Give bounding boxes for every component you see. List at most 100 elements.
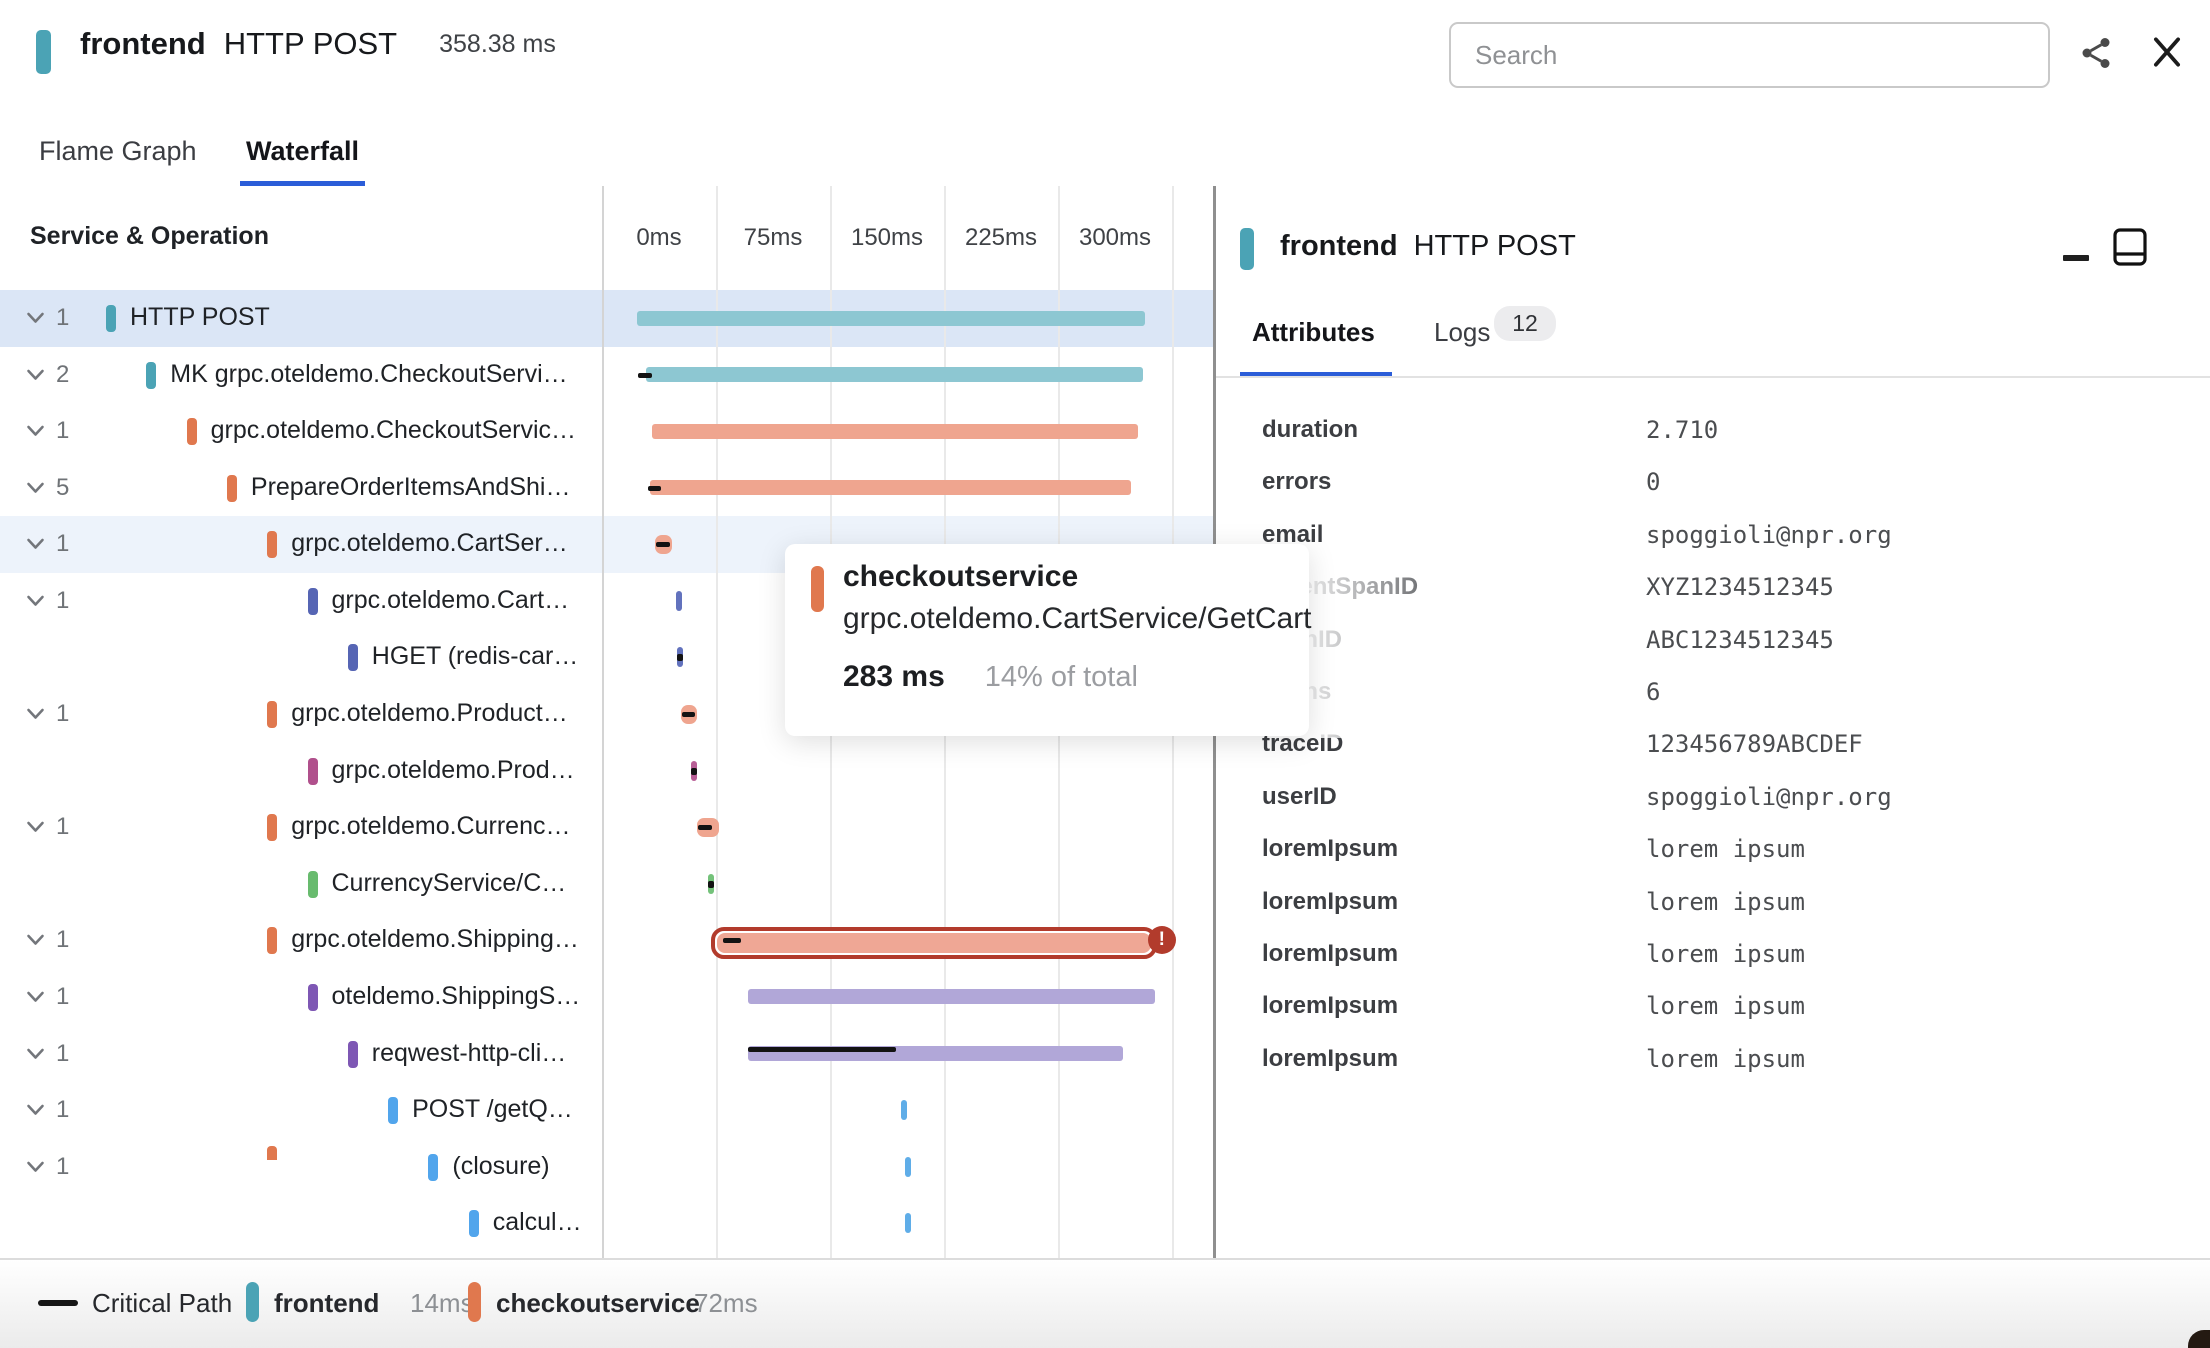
span-name: grpc.oteldemo.Product…: [291, 699, 568, 728]
span-row[interactable]: 1grpc.oteldemo.CheckoutServic…: [0, 403, 1214, 460]
service-color-pill: [469, 1210, 479, 1237]
span-row[interactable]: 1HTTP POST: [0, 290, 1214, 347]
span-row[interactable]: 1oteldemo.ShippingS…: [0, 969, 1214, 1026]
trace-title: frontend HTTP POST 358.38 ms: [80, 26, 556, 62]
collapse-chevron[interactable]: [26, 990, 45, 1004]
child-span-count: 1: [56, 1153, 69, 1181]
span-name: CurrencyService/C…: [332, 869, 567, 898]
span-bar[interactable]: [637, 311, 1145, 326]
chevron-down-icon: [26, 311, 45, 325]
time-tick-label: 75ms: [744, 224, 803, 252]
close-icon-glyph: [2148, 32, 2186, 72]
span-tooltip: checkoutservice grpc.oteldemo.CartServic…: [785, 544, 1309, 736]
tab-flame-graph[interactable]: Flame Graph: [33, 128, 203, 175]
span-row[interactable]: 1POST /getQ…: [0, 1082, 1214, 1139]
critical-path-mark: [708, 881, 714, 888]
service-color-pill: [308, 588, 318, 615]
span-name: oteldemo.ShippingS…: [332, 982, 581, 1011]
share-icon[interactable]: [2076, 34, 2116, 74]
span-bar[interactable]: [905, 1157, 911, 1177]
legend-frontend-pill: [246, 1282, 259, 1322]
service-name: frontend: [80, 26, 206, 62]
critical-path-label: Critical Path: [92, 1288, 232, 1319]
span-row[interactable]: 1 reqwest-http-cli…: [0, 1026, 1214, 1083]
tooltip-percent: 14% of total: [985, 661, 1138, 694]
time-tick-label: 0ms: [636, 224, 681, 252]
chevron-down-icon: [26, 424, 45, 438]
span-row[interactable]: 5PrepareOrderItemsAndShi…: [0, 460, 1214, 517]
collapse-chevron[interactable]: [26, 1047, 45, 1061]
span-row[interactable]: CurrencyService/C…: [0, 856, 1214, 913]
collapse-chevron[interactable]: [26, 820, 45, 834]
tab-attributes[interactable]: Attributes: [1246, 316, 1381, 349]
span-bar[interactable]: [748, 989, 1156, 1004]
span-bar[interactable]: [676, 591, 682, 611]
span-row[interactable]: 1 (closure): [0, 1139, 1214, 1196]
service-color-pill: [106, 305, 116, 332]
collapse-chevron[interactable]: [26, 707, 45, 721]
share-icon-glyph: [2078, 34, 2114, 72]
service-color-pill: [428, 1154, 438, 1181]
span-name: grpc.oteldemo.Cart…: [332, 586, 570, 615]
tooltip-duration: 283 ms: [843, 660, 945, 694]
service-color-pill: [308, 758, 318, 785]
collapse-chevron[interactable]: [26, 1103, 45, 1117]
child-span-count: 1: [56, 700, 69, 728]
collapse-chevron[interactable]: [26, 1160, 45, 1174]
search-input[interactable]: [1449, 22, 2050, 88]
legend-bar: Critical Path frontend 14ms checkoutserv…: [0, 1260, 2210, 1348]
attribute-row: loremIpsumlorem ipsum: [1216, 876, 2210, 928]
minimize-icon[interactable]: [2060, 248, 2092, 268]
span-timeline-cell: [602, 799, 1214, 856]
collapse-chevron[interactable]: [26, 311, 45, 325]
legend-checkoutservice-pill: [468, 1282, 481, 1322]
child-span-count: 1: [56, 417, 69, 445]
critical-path-mark: [691, 768, 697, 775]
close-icon[interactable]: [2146, 32, 2188, 74]
child-span-count: 1: [56, 1040, 69, 1068]
span-name: (closure): [452, 1152, 549, 1181]
critical-path-segment: [638, 373, 652, 378]
tooltip-stats: 283 ms 14% of total: [843, 660, 1138, 694]
span-row[interactable]: 2MK grpc.oteldemo.CheckoutServi…: [0, 347, 1214, 404]
span-bar[interactable]: [901, 1100, 907, 1120]
span-row[interactable]: grpc.oteldemo.Prod…: [0, 743, 1214, 800]
legend-frontend-label: frontend: [274, 1288, 379, 1319]
attribute-key: duration: [1262, 416, 1358, 444]
span-row[interactable]: 1grpc.oteldemo.Shipping…!: [0, 912, 1214, 969]
error-span-bar[interactable]: [711, 927, 1157, 959]
collapse-chevron[interactable]: [26, 424, 45, 438]
dock-panel-icon[interactable]: [2112, 228, 2148, 268]
critical-path-swatch: [38, 1300, 78, 1306]
tab-waterfall[interactable]: Waterfall: [240, 128, 365, 175]
service-color-pill: [308, 984, 318, 1011]
tab-logs[interactable]: Logs: [1428, 316, 1496, 349]
trace-duration: 358.38 ms: [439, 30, 556, 59]
span-row[interactable]: 1grpc.oteldemo.Currenc…: [0, 799, 1214, 856]
attribute-value: XYZ1234512345: [1646, 573, 1834, 601]
child-span-count: 5: [56, 474, 69, 502]
collapse-chevron[interactable]: [26, 594, 45, 608]
legend-frontend-duration: 14ms: [410, 1288, 474, 1319]
child-span-count: 1: [56, 813, 69, 841]
span-name: grpc.oteldemo.Prod…: [332, 756, 575, 785]
collapse-chevron[interactable]: [26, 537, 45, 551]
span-row[interactable]: calcul…: [0, 1195, 1214, 1252]
child-span-count: 2: [56, 361, 69, 389]
waterfall-column-header: Service & Operation 0ms75ms150ms225ms300…: [0, 186, 1214, 292]
detail-operation-name: HTTP POST: [1414, 230, 1576, 263]
span-bar[interactable]: [646, 367, 1143, 382]
span-bar[interactable]: [905, 1213, 911, 1233]
chevron-down-icon: [26, 368, 45, 382]
span-name: reqwest-http-cli…: [372, 1039, 567, 1068]
chevron-down-icon: [26, 1047, 45, 1061]
collapse-chevron[interactable]: [26, 368, 45, 382]
attribute-value: ABC1234512345: [1646, 626, 1834, 654]
collapse-chevron[interactable]: [26, 481, 45, 495]
span-bar[interactable]: [650, 480, 1131, 495]
chevron-down-icon: [26, 1103, 45, 1117]
trace-viewer: frontend HTTP POST 358.38 ms Flame Graph…: [0, 0, 2210, 1348]
collapse-chevron[interactable]: [26, 933, 45, 947]
tabs-divider: [1216, 376, 2210, 378]
span-bar[interactable]: [652, 424, 1138, 439]
